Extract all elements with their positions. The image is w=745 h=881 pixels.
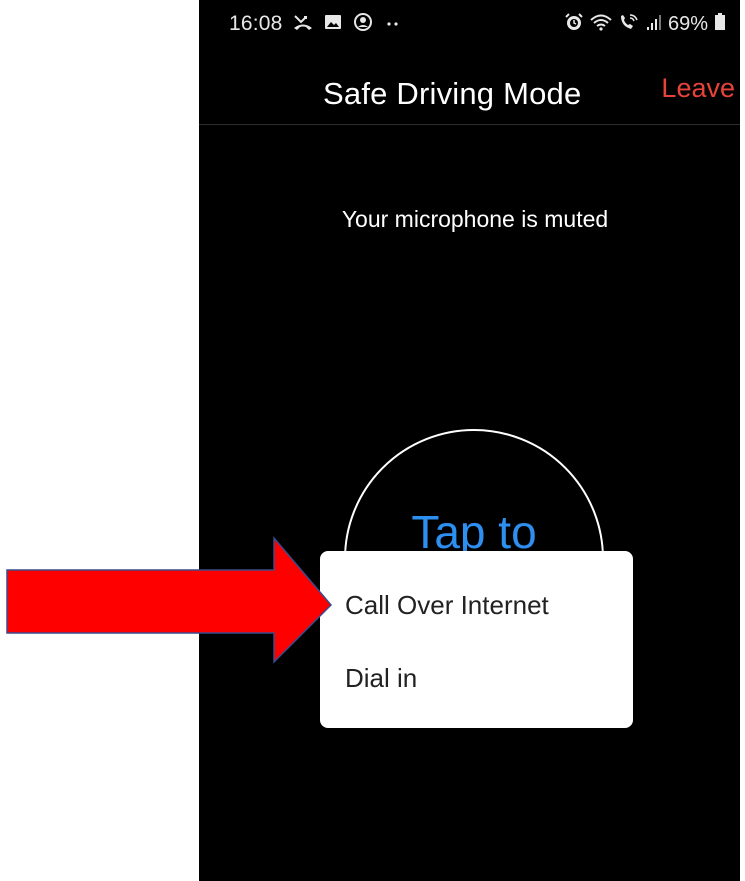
dial-in-option[interactable]: Dial in bbox=[345, 663, 417, 694]
alarm-icon bbox=[564, 12, 584, 37]
signal-icon bbox=[646, 12, 662, 37]
microphone-muted-message: Your microphone is muted bbox=[341, 206, 609, 232]
header-bar: Safe Driving Mode Leave bbox=[199, 56, 740, 125]
audio-options-menu: Call Over Internet Dial in bbox=[320, 551, 633, 728]
image-icon bbox=[323, 12, 343, 32]
status-time: 16:08 bbox=[229, 12, 283, 35]
wifi-icon bbox=[590, 12, 612, 37]
more-dots-icon bbox=[383, 12, 403, 32]
missed-call-icon bbox=[293, 12, 313, 32]
status-bar: 16:08 69% bbox=[199, 0, 740, 48]
battery-icon bbox=[714, 12, 726, 37]
status-icons-right: 69% bbox=[564, 12, 726, 37]
page-title: Safe Driving Mode bbox=[323, 76, 582, 111]
battery-percentage: 69% bbox=[667, 13, 708, 35]
status-icons-left bbox=[293, 12, 403, 32]
face-icon bbox=[353, 12, 373, 32]
phone-screen: 16:08 69% Safe Driving Mode Leave Your m… bbox=[199, 0, 740, 881]
wifi-call-icon bbox=[618, 12, 640, 37]
leave-button[interactable]: Leave bbox=[661, 73, 735, 104]
screenshot-stage: 16:08 69% Safe Driving Mode Leave Your m… bbox=[0, 0, 745, 881]
call-over-internet-option[interactable]: Call Over Internet bbox=[345, 590, 549, 621]
